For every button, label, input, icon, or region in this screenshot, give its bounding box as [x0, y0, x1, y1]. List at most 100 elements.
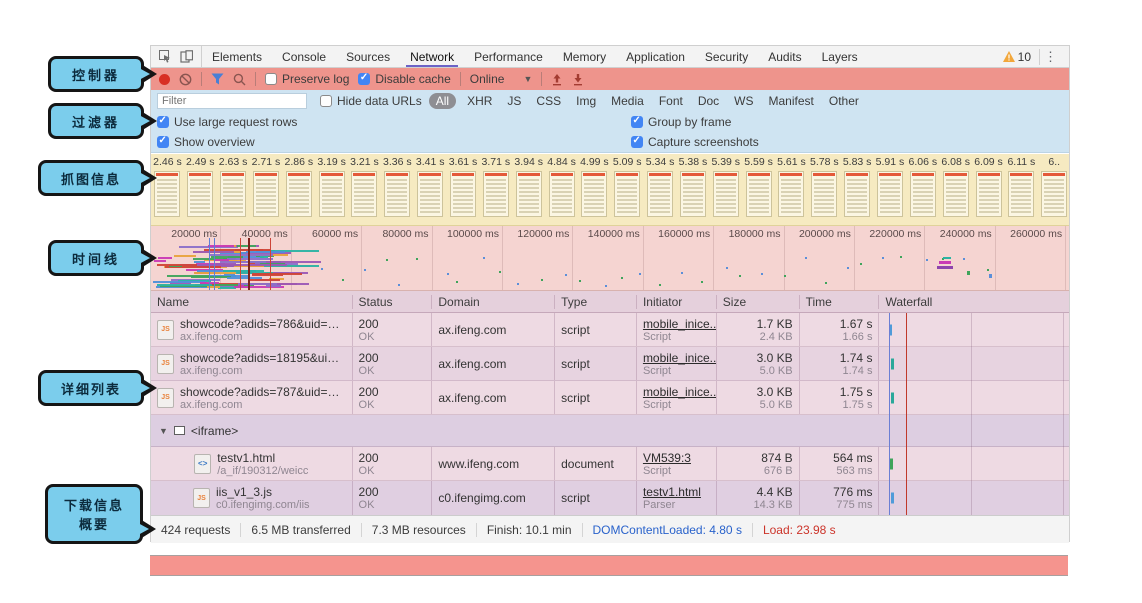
col-waterfall[interactable]: Waterfall: [879, 295, 1069, 309]
table-row[interactable]: JS showcode?adids=786&uid=1565...ax.ifen…: [151, 313, 1069, 347]
screenshot-filmstrip[interactable]: 2.46 s 2.49 s 2.63 s 2.71 s 2.86 s 3.19 s 3.21…: [151, 154, 1069, 226]
filmstrip-frame[interactable]: 5.61 s: [775, 154, 808, 225]
filmstrip-frame[interactable]: 6.06 s: [906, 154, 939, 225]
filter-pill-font[interactable]: Font: [655, 93, 687, 109]
table-row[interactable]: <> testv1.html/a_if/190312/weicc 200 OK w…: [151, 447, 1069, 481]
preserve-log-checkbox[interactable]: Preserve log: [265, 72, 349, 86]
filter-pill-img[interactable]: Img: [572, 93, 600, 109]
warnings-indicator[interactable]: 10: [1002, 50, 1031, 64]
filter-input[interactable]: [157, 92, 307, 109]
filmstrip-frame[interactable]: 6.08 s: [939, 154, 972, 225]
tab-layers[interactable]: Layers: [812, 46, 868, 67]
filmstrip-frame[interactable]: 5.78 s: [808, 154, 841, 225]
tab-security[interactable]: Security: [695, 46, 758, 67]
filter-pill-other[interactable]: Other: [825, 93, 863, 109]
initiator-link[interactable]: mobile_inice...: [643, 351, 716, 365]
filter-pill-doc[interactable]: Doc: [694, 93, 723, 109]
filmstrip-frame[interactable]: 6.11 s: [1005, 154, 1038, 225]
tab-memory[interactable]: Memory: [553, 46, 616, 67]
tab-console[interactable]: Console: [272, 46, 336, 67]
type: document: [561, 456, 614, 471]
tab-sources[interactable]: Sources: [336, 46, 400, 67]
tab-application[interactable]: Application: [616, 46, 695, 67]
status-text: OK: [358, 364, 375, 377]
filmstrip-frame[interactable]: 5.38 s: [677, 154, 710, 225]
capture-screenshots-checkbox[interactable]: Capture screenshots: [631, 135, 759, 149]
filmstrip-frame[interactable]: 4.84 s: [545, 154, 578, 225]
export-har-icon[interactable]: [572, 73, 584, 86]
tab-audits[interactable]: Audits: [758, 46, 811, 67]
group-by-frame-checkbox[interactable]: Group by frame: [631, 115, 731, 129]
filmstrip-frame[interactable]: 6.09 s: [972, 154, 1005, 225]
col-domain[interactable]: Domain: [432, 294, 556, 309]
filmstrip-frame[interactable]: 2.71 s: [250, 154, 283, 225]
col-initiator[interactable]: Initiator: [637, 294, 717, 309]
domain: c0.ifengimg.com: [438, 491, 526, 505]
filter-pill-media[interactable]: Media: [607, 93, 648, 109]
filmstrip-frame[interactable]: 2.86 s: [282, 154, 315, 225]
search-icon[interactable]: [233, 73, 246, 86]
filmstrip-frame[interactable]: 2.46 s: [151, 154, 184, 225]
hide-data-urls-checkbox[interactable]: Hide data URLs: [320, 94, 422, 108]
devtools-tabbar: Elements Console Sources Network Perform…: [151, 46, 1069, 68]
filter-toggle-icon[interactable]: [211, 73, 224, 85]
use-large-rows-checkbox[interactable]: Use large request rows: [157, 115, 297, 129]
show-overview-checkbox[interactable]: Show overview: [157, 135, 255, 149]
initiator-link[interactable]: mobile_inice...: [643, 317, 716, 331]
iframe-group-row[interactable]: ▼ <iframe>: [151, 415, 1069, 447]
filmstrip-frame[interactable]: 5.34 s: [644, 154, 677, 225]
type: script: [561, 356, 590, 371]
tab-performance[interactable]: Performance: [464, 46, 553, 67]
filmstrip-frame[interactable]: 3.21 s: [348, 154, 381, 225]
tab-elements[interactable]: Elements: [202, 46, 272, 67]
timeline-tick: 140000 ms: [573, 226, 644, 290]
filter-pill-css[interactable]: CSS: [532, 93, 565, 109]
import-har-icon[interactable]: [551, 73, 563, 86]
inspect-element-icon[interactable]: [159, 50, 172, 63]
filmstrip-timestamp: 5.09 s: [612, 156, 642, 168]
filmstrip-thumbnail: [252, 171, 279, 217]
filter-pill-js[interactable]: JS: [503, 93, 525, 109]
filmstrip-frame[interactable]: 3.94 s: [512, 154, 545, 225]
filmstrip-frame[interactable]: 6..: [1038, 154, 1069, 225]
filmstrip-frame[interactable]: 3.19 s: [315, 154, 348, 225]
table-row[interactable]: JS showcode?adids=18195&uid=15...ax.ifen…: [151, 347, 1069, 381]
record-button[interactable]: [159, 73, 170, 85]
filmstrip-frame[interactable]: 3.36 s: [381, 154, 414, 225]
timeline-overview[interactable]: 20000 ms 40000 ms 60000 ms 80000 ms 100000 m…: [151, 226, 1069, 291]
initiator-link[interactable]: mobile_inice...: [643, 385, 716, 399]
filmstrip-frame[interactable]: 3.41 s: [414, 154, 447, 225]
tab-network[interactable]: Network: [400, 46, 464, 67]
filter-pill-ws[interactable]: WS: [730, 93, 757, 109]
disable-cache-checkbox[interactable]: Disable cache: [358, 72, 451, 86]
filter-pill-manifest[interactable]: Manifest: [765, 93, 818, 109]
initiator-link[interactable]: VM539:3: [643, 451, 710, 465]
filmstrip-frame[interactable]: 5.09 s: [611, 154, 644, 225]
filmstrip-frame[interactable]: 5.83 s: [841, 154, 874, 225]
clear-button[interactable]: [179, 73, 192, 86]
col-size[interactable]: Size: [717, 294, 800, 309]
col-name[interactable]: Name: [151, 294, 353, 309]
filmstrip-frame[interactable]: 3.61 s: [447, 154, 480, 225]
filmstrip-frame[interactable]: 5.39 s: [709, 154, 742, 225]
col-status[interactable]: Status: [353, 294, 433, 309]
filmstrip-timestamp: 5.38 s: [678, 156, 708, 168]
col-time[interactable]: Time: [800, 294, 880, 309]
filter-pill-xhr[interactable]: XHR: [463, 93, 496, 109]
throttling-dropdown[interactable]: Online ▼: [470, 72, 533, 86]
filmstrip-frame[interactable]: 5.91 s: [874, 154, 907, 225]
filter-pill-all[interactable]: All: [428, 92, 457, 109]
kebab-menu-icon[interactable]: ⋮: [1039, 48, 1061, 65]
filmstrip-frame[interactable]: 3.71 s: [479, 154, 512, 225]
filmstrip-frame[interactable]: 2.49 s: [184, 154, 217, 225]
filmstrip-frame[interactable]: 4.99 s: [578, 154, 611, 225]
table-row[interactable]: JS iis_v1_3.js c0.ifengimg.com/iis 200 OK …: [151, 481, 1069, 515]
table-row[interactable]: JS showcode?adids=787&uid=1565...ax.ifen…: [151, 381, 1069, 415]
filmstrip-frame[interactable]: 5.59 s: [742, 154, 775, 225]
device-toolbar-icon[interactable]: [180, 50, 193, 63]
filmstrip-frame[interactable]: 2.63 s: [217, 154, 250, 225]
col-type[interactable]: Type: [555, 294, 637, 309]
initiator-link[interactable]: testv1.html: [643, 485, 710, 499]
group-by-frame-label: Group by frame: [648, 114, 732, 129]
expand-triangle-icon[interactable]: ▼: [159, 426, 168, 436]
